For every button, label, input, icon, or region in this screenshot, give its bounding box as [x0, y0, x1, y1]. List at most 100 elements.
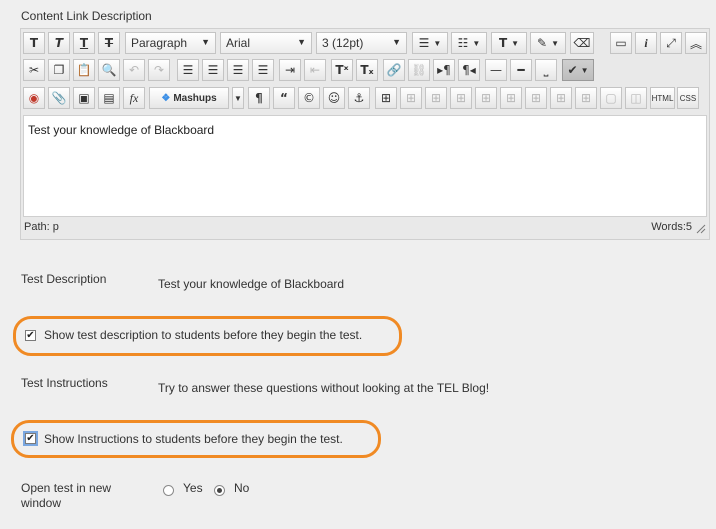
- editor-status-bar: Path: p Words:5: [24, 221, 708, 237]
- align-right-button[interactable]: ☰: [227, 59, 249, 81]
- strikethrough-button[interactable]: T: [98, 32, 120, 54]
- element-path: Path: p: [24, 221, 59, 233]
- rtl-icon: ¶◂: [462, 63, 476, 77]
- resize-grip-icon[interactable]: [696, 224, 706, 234]
- delete-row-icon: ⊞: [505, 91, 517, 105]
- find-button[interactable]: 🔍: [98, 59, 120, 81]
- spellcheck-button[interactable]: ✔ ▼: [562, 59, 594, 81]
- align-left-button[interactable]: ☰: [177, 59, 199, 81]
- show-instructions-label[interactable]: Show Instructions to students before the…: [44, 432, 343, 446]
- html-source-button[interactable]: HTML: [650, 87, 675, 109]
- equation-button[interactable]: fx: [123, 87, 145, 109]
- justify-button[interactable]: ☰: [252, 59, 274, 81]
- ltr-button[interactable]: ▸¶: [433, 59, 455, 81]
- merge-cells-button[interactable]: ▢: [600, 87, 622, 109]
- nonbreaking-space-button[interactable]: ⎵: [535, 59, 557, 81]
- editor-content-area[interactable]: Test your knowledge of Blackboard: [23, 115, 707, 217]
- copy-button[interactable]: ❐: [48, 59, 70, 81]
- collapse-toolbar-button[interactable]: ︽: [685, 32, 707, 54]
- outdent-button[interactable]: ⇤: [304, 59, 326, 81]
- subscript-button[interactable]: Tₓ: [356, 59, 378, 81]
- word-count: Words:5: [651, 221, 692, 233]
- fullscreen-button[interactable]: ⤢: [660, 32, 682, 54]
- paragraph-mark-button[interactable]: ¶: [248, 87, 270, 109]
- show-description-checkbox[interactable]: ✔: [25, 330, 36, 341]
- image-icon: ▣: [78, 91, 90, 105]
- anchor-button[interactable]: ⚓: [348, 87, 370, 109]
- test-description-label: Test Description: [21, 272, 107, 286]
- delete-row-button[interactable]: ⊞: [500, 87, 522, 109]
- thick-rule-button[interactable]: ━: [510, 59, 532, 81]
- undo-button[interactable]: ↶: [123, 59, 145, 81]
- dropdown-arrow-icon: ▼: [392, 37, 401, 47]
- redo-button[interactable]: ↷: [148, 59, 170, 81]
- special-character-button[interactable]: ©: [298, 87, 320, 109]
- test-instructions-label: Test Instructions: [21, 376, 108, 390]
- table-row-props-button[interactable]: ⊞: [400, 87, 422, 109]
- table-row-icon: ⊞: [405, 91, 417, 105]
- col-after-icon: ⊞: [555, 91, 567, 105]
- table-cell-props-button[interactable]: ⊞: [425, 87, 447, 109]
- superscript-button[interactable]: Tˣ: [331, 59, 353, 81]
- split-cells-icon: ◫: [630, 91, 642, 105]
- italic-button[interactable]: T: [48, 32, 70, 54]
- blockquote-button[interactable]: “: [273, 87, 295, 109]
- quote-icon: “: [280, 91, 288, 105]
- bold-button[interactable]: T: [23, 32, 45, 54]
- text-color-button[interactable]: T ▼: [491, 32, 527, 54]
- highlighter-icon: ✎: [537, 36, 548, 50]
- open-new-window-yes-label[interactable]: Yes: [183, 481, 203, 495]
- delete-col-button[interactable]: ⊞: [575, 87, 597, 109]
- test-instructions-value: Try to answer these questions without lo…: [158, 381, 490, 395]
- insert-table-button[interactable]: ⊞: [375, 87, 397, 109]
- open-new-window-yes-radio[interactable]: [163, 485, 174, 496]
- mashups-button[interactable]: ❖ Mashups: [149, 87, 229, 109]
- paragraph-format-select[interactable]: Paragraph ▼: [125, 32, 216, 54]
- rtl-button[interactable]: ¶◂: [458, 59, 480, 81]
- font-size-select[interactable]: 3 (12pt) ▼: [316, 32, 407, 54]
- highlight-color-button[interactable]: ✎ ▼: [530, 32, 566, 54]
- cut-button[interactable]: ✂: [23, 59, 45, 81]
- mashups-dropdown-button[interactable]: ▼: [232, 87, 244, 109]
- row-before-icon: ⊞: [455, 91, 467, 105]
- paperclip-icon: 📎: [51, 91, 67, 105]
- insert-link-button[interactable]: 🔗: [383, 59, 405, 81]
- record-button[interactable]: ◉: [23, 87, 45, 109]
- paste-button[interactable]: 📋: [73, 59, 95, 81]
- dropdown-arrow-icon: ▼: [297, 37, 306, 47]
- function-icon: fx: [129, 90, 139, 105]
- open-new-window-no-radio[interactable]: [214, 485, 225, 496]
- show-description-label[interactable]: Show test description to students before…: [44, 328, 362, 342]
- rich-text-editor: T T T T Paragraph ▼ Arial ▼ 3 (12pt) ▼ ☰ ▼ ☷…: [20, 28, 710, 240]
- insert-media-button[interactable]: ▤: [98, 87, 120, 109]
- content-link-description-label: Content Link Description: [21, 9, 152, 23]
- clear-formatting-button[interactable]: ⌫: [570, 32, 594, 54]
- info-button[interactable]: i: [635, 32, 657, 54]
- mashups-label: Mashups: [173, 92, 217, 104]
- align-center-button[interactable]: ☰: [202, 59, 224, 81]
- col-before-icon: ⊞: [530, 91, 542, 105]
- css-button[interactable]: CSS: [677, 87, 699, 109]
- attach-file-button[interactable]: 📎: [48, 87, 70, 109]
- split-cells-button[interactable]: ◫: [625, 87, 647, 109]
- underline-button[interactable]: T: [73, 32, 95, 54]
- insert-col-before-button[interactable]: ⊞: [525, 87, 547, 109]
- eraser-icon: ⌫: [573, 36, 591, 50]
- numbered-list-button[interactable]: ☷ ▼: [451, 32, 487, 54]
- unlink-button[interactable]: ⛓: [408, 59, 430, 81]
- subscript-icon: Tₓ: [360, 63, 374, 77]
- insert-row-after-button[interactable]: ⊞: [475, 87, 497, 109]
- open-new-window-no-label[interactable]: No: [234, 481, 249, 495]
- dropdown-arrow-icon: ▼: [234, 93, 242, 103]
- indent-button[interactable]: ⇥: [279, 59, 301, 81]
- horizontal-rule-button[interactable]: —: [485, 59, 507, 81]
- insert-image-button[interactable]: ▣: [73, 87, 95, 109]
- font-family-select[interactable]: Arial ▼: [220, 32, 312, 54]
- bullet-list-button[interactable]: ☰ ▼: [412, 32, 448, 54]
- test-description-value: Test your knowledge of Blackboard: [158, 277, 345, 291]
- show-instructions-checkbox[interactable]: ✔: [23, 431, 38, 446]
- insert-col-after-button[interactable]: ⊞: [550, 87, 572, 109]
- emoticon-button[interactable]: ☺: [323, 87, 345, 109]
- preview-button[interactable]: ▭: [610, 32, 632, 54]
- insert-row-before-button[interactable]: ⊞: [450, 87, 472, 109]
